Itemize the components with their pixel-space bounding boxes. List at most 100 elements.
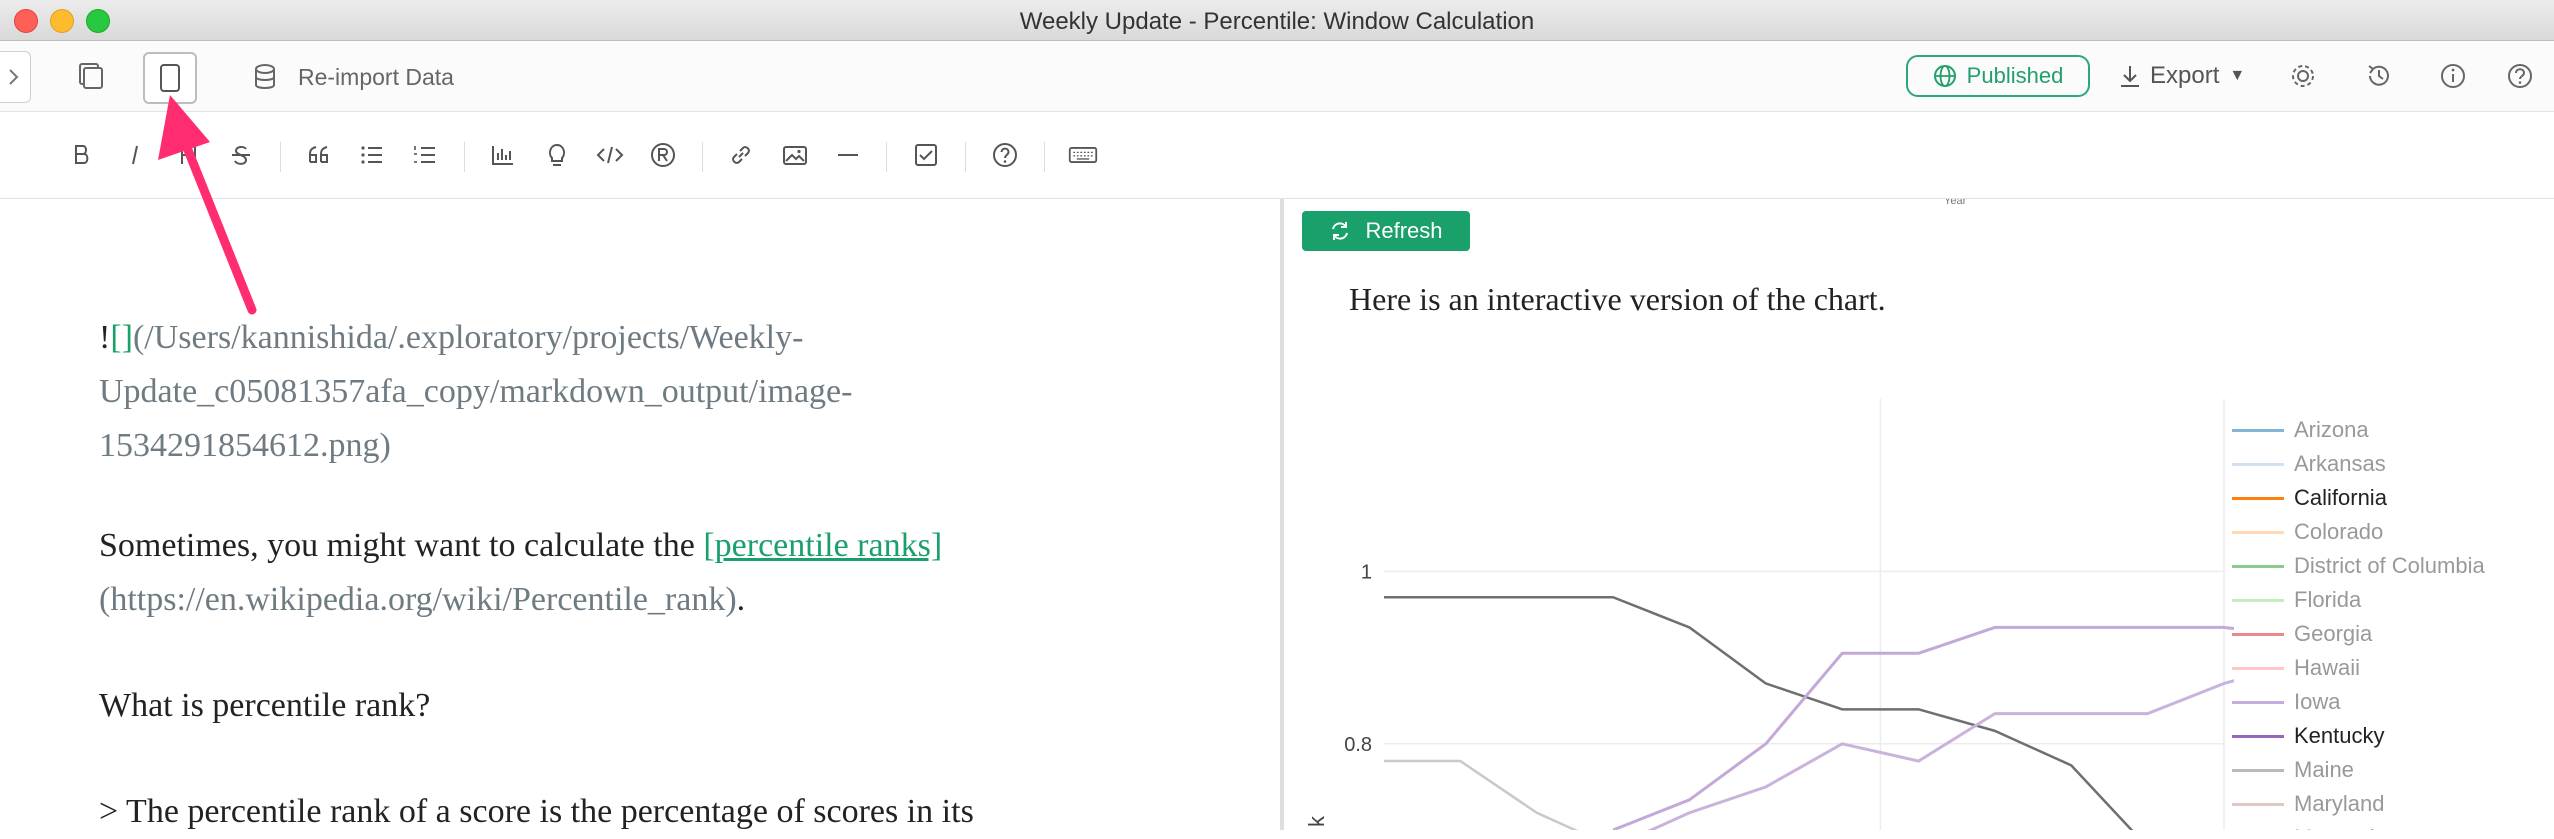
export-menu-button[interactable]: Export ▼	[2118, 62, 2245, 90]
legend-label: Iowa	[2294, 689, 2341, 714]
legend-swatch	[2232, 666, 2284, 670]
legend-label: Maryland	[2294, 791, 2385, 816]
insert-link-button[interactable]	[726, 140, 756, 170]
legend-swatch	[2232, 768, 2284, 772]
image-alt-brackets: []	[110, 319, 133, 356]
preview-pane: Year Refresh Here is an interactive vers…	[1284, 199, 2554, 830]
legend-swatch	[2232, 530, 2284, 534]
legend-item[interactable]: Massachusetts	[2232, 821, 2441, 830]
bold-button[interactable]	[66, 140, 96, 170]
legend-swatch	[2232, 700, 2284, 704]
legend-item[interactable]: Hawaii	[2232, 651, 2360, 685]
horizontal-rule-button[interactable]	[833, 140, 863, 170]
italic-icon	[132, 145, 138, 165]
gear-icon	[2292, 65, 2314, 87]
legend-label: District of Columbia	[2294, 553, 2485, 578]
question-icon	[993, 143, 1017, 167]
image-icon	[783, 146, 807, 165]
percentile-url: (https://en.wikipedia.org/wiki/Percentil…	[99, 581, 737, 618]
help-button[interactable]	[2505, 61, 2535, 91]
paragraph-suffix: .	[736, 581, 746, 618]
settings-button[interactable]	[2288, 61, 2318, 91]
insert-image-button[interactable]	[780, 140, 810, 170]
legend-label: Maine	[2294, 757, 2354, 782]
quote-button[interactable]	[304, 140, 334, 170]
bullet-list-icon	[361, 146, 382, 164]
numbered-list-icon	[414, 146, 435, 163]
italic-button[interactable]	[120, 140, 150, 170]
history-icon	[2368, 65, 2389, 86]
bullet-list-button[interactable]	[357, 140, 387, 170]
legend-swatch	[2232, 428, 2284, 432]
refresh-label: Refresh	[1365, 218, 1443, 243]
legend-item[interactable]: Georgia	[2232, 617, 2372, 651]
blockquote-line: > The percentile rank of a score is the …	[99, 793, 974, 830]
preview-intro-text: Here is an interactive version of the ch…	[1349, 281, 1886, 317]
image-path-line-2: Update_c05081357afa_copy/markdown_output…	[99, 373, 853, 410]
copy-icon	[79, 63, 103, 89]
reimport-data-button[interactable]: Re-import Data	[250, 62, 454, 92]
insert-insight-button[interactable]	[542, 140, 572, 170]
legend-swatch	[2232, 734, 2284, 738]
legend-swatch	[2232, 632, 2284, 636]
image-path-line-1: (/Users/kannishida/.exploratory/projects…	[132, 319, 804, 356]
checklist-button[interactable]	[911, 140, 941, 170]
legend-item[interactable]: Kentucky	[2232, 719, 2385, 753]
export-label: Export	[2150, 62, 2220, 89]
expand-sidebar-button[interactable]	[0, 51, 31, 103]
numbered-list-button[interactable]	[410, 140, 440, 170]
legend-label: Colorado	[2294, 519, 2384, 544]
percentile-ranks-link[interactable]: [percentile ranks]	[703, 527, 942, 564]
keyboard-shortcuts-button[interactable]	[1066, 140, 1100, 170]
legend-item[interactable]: Iowa	[2232, 685, 2340, 719]
toolbar-divider	[1044, 142, 1045, 172]
legend-item[interactable]: Arizona	[2232, 413, 2369, 447]
series-line-2[interactable]	[1613, 632, 2234, 830]
horizontal-rule-icon	[838, 154, 858, 156]
legend-label: California	[2294, 485, 2387, 510]
legend-label: Florida	[2294, 587, 2362, 612]
refresh-icon	[1332, 222, 1349, 240]
series-line-1[interactable]	[1612, 602, 2234, 830]
published-button[interactable]: Published	[1906, 55, 2090, 97]
history-button[interactable]	[2364, 61, 2394, 91]
legend-item[interactable]: Arkansas	[2232, 447, 2386, 481]
insert-chart-button[interactable]	[488, 140, 518, 170]
legend-label: Massachusetts	[2294, 825, 2441, 830]
paragraph-question: What is percentile rank?	[99, 687, 431, 724]
markdown-help-button[interactable]	[990, 140, 1020, 170]
refresh-button[interactable]: Refresh	[1302, 211, 1470, 251]
r-code-button[interactable]	[648, 140, 678, 170]
info-icon	[2441, 64, 2465, 88]
code-button[interactable]	[595, 140, 625, 170]
window-title: Weekly Update - Percentile: Window Calcu…	[1019, 8, 1535, 35]
chart-axis-label-fragment: Year	[1944, 199, 1967, 207]
legend-item[interactable]: Colorado	[2232, 515, 2383, 549]
caret-down-icon: ▼	[2229, 67, 2246, 84]
download-icon	[2121, 66, 2139, 87]
image-bang: !	[99, 319, 111, 356]
legend-item[interactable]: Maine	[2232, 753, 2354, 787]
toolbar-divider	[464, 142, 465, 172]
legend-swatch	[2232, 496, 2284, 500]
legend-item[interactable]: California	[2232, 481, 2387, 515]
legend-item[interactable]: Florida	[2232, 583, 2361, 617]
info-button[interactable]	[2438, 61, 2468, 91]
reimport-label: Re-import Data	[298, 63, 454, 90]
series-line-3[interactable]	[1384, 759, 1613, 830]
database-icon	[255, 64, 275, 89]
globe-icon	[1933, 65, 1956, 87]
legend-item[interactable]: Maryland	[2232, 787, 2384, 821]
link-icon	[732, 146, 750, 164]
legend-swatch	[2232, 564, 2284, 568]
question-icon	[2508, 64, 2532, 88]
line-chart[interactable]: 1 0.8 k	[1284, 389, 2234, 830]
legend-swatch	[2232, 462, 2284, 466]
paragraph-prefix: Sometimes, you might want to calculate t…	[99, 527, 704, 564]
duplicate-view-button[interactable]	[72, 58, 108, 94]
y-axis-label: k	[1304, 815, 1329, 827]
legend-item[interactable]: District of Columbia	[2232, 549, 2485, 583]
main-toolbar: Re-import Data Published Export ▼	[0, 41, 2554, 112]
paragraph-percentile: Sometimes, you might want to calculate t…	[99, 519, 942, 627]
legend-label: Arkansas	[2294, 451, 2386, 476]
